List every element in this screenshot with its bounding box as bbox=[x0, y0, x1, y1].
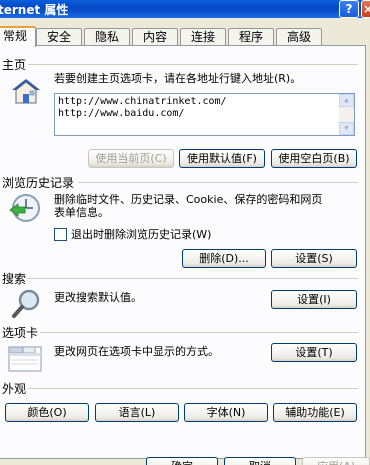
delete-on-exit-label: 退出时删除浏览历史记录(W) bbox=[71, 228, 212, 241]
history-description-line1: 删除临时文件、历史记录、Cookie、保存的密码和网页 bbox=[54, 193, 323, 206]
history-clock-icon bbox=[8, 192, 42, 224]
homepage-url: http://www.baidu.com/ bbox=[58, 108, 185, 119]
divider bbox=[28, 278, 358, 279]
history-group-title: 浏览历史记录 bbox=[2, 176, 75, 190]
history-settings-button[interactable]: 设置(S) bbox=[271, 249, 357, 268]
cancel-button[interactable]: 取消 bbox=[224, 457, 296, 465]
divider bbox=[40, 332, 358, 333]
homepage-url: http://www.chinatrinket.com/ bbox=[58, 96, 227, 107]
tab-connections[interactable]: 连接 bbox=[180, 28, 226, 46]
divider bbox=[28, 64, 358, 65]
divider bbox=[78, 182, 358, 183]
tabs-settings-button[interactable]: 设置(T) bbox=[271, 343, 357, 362]
tabs-window-icon bbox=[8, 344, 42, 372]
use-current-button[interactable]: 使用当前页(C) bbox=[88, 149, 174, 168]
use-default-button[interactable]: 使用默认值(F) bbox=[179, 149, 265, 168]
tabs-description: 更改网页在选项卡中显示的方式。 bbox=[54, 345, 219, 358]
colors-button[interactable]: 颜色(O) bbox=[5, 403, 89, 422]
textarea-scrollbar[interactable]: ▲ ▼ bbox=[339, 94, 354, 135]
ok-button[interactable]: 确定 bbox=[146, 457, 218, 465]
window-title: ternet 属性 bbox=[0, 3, 69, 17]
tab-security[interactable]: 安全 bbox=[36, 28, 82, 46]
tabs-group-title: 选项卡 bbox=[2, 326, 39, 340]
general-panel: 主页 若要创建主页选项卡，请在各地址行键入地址(R)。 http://www.c… bbox=[0, 45, 366, 459]
title-bar: ternet 属性 ? × bbox=[0, 0, 370, 18]
delete-history-button[interactable]: 删除(D)... bbox=[182, 249, 266, 268]
scroll-up-icon[interactable]: ▲ bbox=[339, 94, 354, 107]
divider bbox=[28, 388, 358, 389]
home-icon bbox=[10, 76, 42, 106]
help-button[interactable]: ? bbox=[339, 0, 359, 18]
tab-advanced[interactable]: 高级 bbox=[276, 28, 322, 46]
homepage-instruction: 若要创建主页选项卡，请在各地址行键入地址(R)。 bbox=[54, 72, 302, 85]
accessibility-button[interactable]: 辅助功能(E) bbox=[273, 403, 357, 422]
tab-strip: 常规 安全 隐私 内容 连接 程序 高级 bbox=[0, 26, 370, 47]
tab-programs[interactable]: 程序 bbox=[228, 28, 274, 46]
tab-privacy[interactable]: 隐私 bbox=[84, 28, 130, 46]
apply-button[interactable]: 应用(A) bbox=[302, 457, 370, 465]
close-button[interactable]: × bbox=[361, 0, 370, 18]
magnifier-icon bbox=[10, 288, 42, 320]
languages-button[interactable]: 语言(L) bbox=[95, 403, 179, 422]
search-group-title: 搜索 bbox=[2, 272, 27, 286]
search-settings-button[interactable]: 设置(I) bbox=[271, 290, 357, 309]
fonts-button[interactable]: 字体(N) bbox=[184, 403, 268, 422]
homepage-group-title: 主页 bbox=[2, 58, 27, 72]
appearance-group-title: 外观 bbox=[2, 382, 27, 396]
delete-on-exit-checkbox[interactable] bbox=[54, 228, 67, 241]
use-blank-button[interactable]: 使用空白页(B) bbox=[271, 149, 357, 168]
homepage-url-field[interactable]: http://www.chinatrinket.com/ http://www.… bbox=[54, 93, 355, 136]
tab-general[interactable]: 常规 bbox=[0, 26, 36, 47]
scroll-down-icon[interactable]: ▼ bbox=[339, 122, 354, 135]
search-description: 更改搜索默认值。 bbox=[54, 291, 142, 304]
tab-content[interactable]: 内容 bbox=[132, 28, 178, 46]
history-description-line2: 表单信息。 bbox=[54, 206, 109, 219]
